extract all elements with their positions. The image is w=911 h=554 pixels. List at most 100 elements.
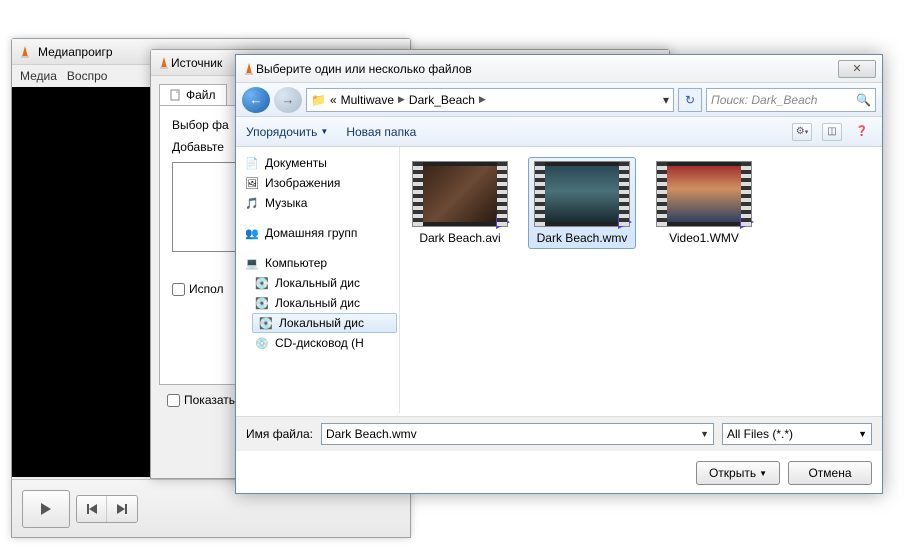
tree-computer[interactable]: 💻Компьютер [238,253,397,273]
documents-icon: 📄 [244,156,260,170]
filename-row: Имя файла: Dark Beach.wmv ▼ All Files (*… [236,416,882,451]
organize-menu[interactable]: Упорядочить ▼ [246,125,328,139]
file-list[interactable]: Dark Beach.avi Dark Beach.wmv Video1.WMV [400,147,882,413]
play-icon [39,502,53,516]
back-button[interactable]: ← [242,87,270,113]
cancel-button[interactable]: Отмена [788,461,872,485]
nav-row: ← → 📁 « Multiwave ▶ Dark_Beach ▶ ▾ ↻ Пои… [236,83,882,117]
refresh-icon: ↻ [685,93,695,107]
menu-playback[interactable]: Воспро [67,69,108,83]
tree-pictures[interactable]: 🖼 Изображения [238,173,397,193]
chevron-down-icon: ▼ [759,469,767,478]
drive-icon: 💽 [254,296,270,310]
close-button[interactable]: ✕ [838,60,876,78]
open-label: Открыть [709,466,756,480]
vlc-cone-icon [157,56,171,70]
chevron-down-icon[interactable]: ▼ [700,429,709,439]
file-item[interactable]: Dark Beach.avi [406,157,514,249]
use-checkbox-input[interactable] [172,283,185,296]
vlc-title-text: Медиапроигр [38,45,113,59]
open-button[interactable]: Открыть ▼ [696,461,780,485]
next-button[interactable] [107,496,137,522]
toolbar: Упорядочить ▼ Новая папка ⚙▾ ◫ ❓ [236,117,882,147]
chevron-right-icon: ▶ [479,94,486,105]
menu-media[interactable]: Медиа [20,69,57,83]
video-thumbnail [656,161,752,227]
tree-music[interactable]: 🎵 Музыка [238,193,397,213]
tree-drive-3[interactable]: 💽 Локальный дис [252,313,397,333]
file-picker-dialog: Выберите один или несколько файлов ✕ ← →… [235,54,883,494]
tree-drive-1[interactable]: 💽 Локальный дис [238,273,397,293]
breadcrumb-item-1[interactable]: Multiwave [341,93,394,107]
filetype-value: All Files (*.*) [727,427,793,441]
file-name: Video1.WMV [669,231,739,245]
help-button[interactable]: ❓ [852,123,872,141]
refresh-button[interactable]: ↻ [678,88,702,112]
new-folder-button[interactable]: Новая папка [346,125,416,139]
tree-label: Документы [265,156,327,170]
tree-label: CD-дисковод (H [275,336,364,350]
search-icon: 🔍 [856,93,871,107]
tree-drive-cd[interactable]: 💿 CD-дисковод (H [238,333,397,353]
pictures-icon: 🖼 [244,176,260,190]
search-input[interactable]: Поиск: Dark_Beach 🔍 [706,88,876,112]
drive-icon: 💽 [258,316,274,330]
filename-input[interactable]: Dark Beach.wmv ▼ [321,423,714,445]
file-item[interactable]: Video1.WMV [650,157,758,249]
open-media-title: Источник [171,56,222,70]
show-more-input[interactable] [167,394,180,407]
tree-homegroup[interactable]: 👥 Домашняя групп [238,223,397,243]
filetype-select[interactable]: All Files (*.*) ▼ [722,423,872,445]
preview-pane-button[interactable]: ◫ [822,123,842,141]
tree-label: Музыка [265,196,307,210]
vlc-cone-icon [18,45,32,59]
tree-label: Изображения [265,176,340,190]
breadcrumb-dropdown[interactable]: ▾ [663,93,669,107]
tree-label: Компьютер [265,256,327,270]
tree-label: Локальный дис [279,316,364,330]
close-icon: ✕ [852,62,861,75]
prev-button[interactable] [77,496,107,522]
file-name: Dark Beach.avi [419,231,500,245]
file-item[interactable]: Dark Beach.wmv [528,157,636,249]
play-overlay-icon [496,215,510,229]
chevron-down-icon: ▼ [320,127,328,136]
video-thumbnail [412,161,508,227]
tab-file[interactable]: Файл [159,84,227,105]
play-overlay-icon [740,215,754,229]
music-icon: 🎵 [244,196,260,210]
arrow-right-icon: → [282,92,295,107]
play-button[interactable] [22,490,70,528]
video-thumbnail [534,161,630,227]
cd-icon: 💿 [254,336,270,350]
show-more-label: Показать [184,393,235,407]
main-area: 📄 Документы 🖼 Изображения 🎵 Музыка 👥 Домашня… [236,147,882,413]
breadcrumb[interactable]: 📁 « Multiwave ▶ Dark_Beach ▶ ▾ [306,88,674,112]
arrow-left-icon: ← [250,92,263,107]
file-icon [170,89,182,101]
nav-tree[interactable]: 📄 Документы 🖼 Изображения 🎵 Музыка 👥 Домашня… [236,147,400,413]
filename-label: Имя файла: [246,427,313,441]
tree-label: Домашняя групп [265,226,357,240]
breadcrumb-item-2[interactable]: Dark_Beach [409,93,475,107]
tree-label: Локальный дис [275,276,360,290]
tree-drive-2[interactable]: 💽Локальный дис [238,293,397,313]
breadcrumb-prefix: « [330,93,337,107]
gear-icon: ⚙ [796,126,805,137]
forward-button[interactable]: → [274,87,302,113]
organize-label: Упорядочить [246,125,317,139]
file-picker-titlebar[interactable]: Выберите один или несколько файлов ✕ [236,55,882,83]
help-icon: ❓ [856,126,868,137]
pane-icon: ◫ [827,126,836,137]
drive-icon: 💽 [254,276,270,290]
prev-next-group [76,495,138,523]
tree-documents[interactable]: 📄 Документы [238,153,397,173]
view-options-button[interactable]: ⚙▾ [792,123,812,141]
use-checkbox-label: Испол [189,282,224,296]
chevron-right-icon: ▶ [398,94,405,105]
dialog-buttons: Открыть ▼ Отмена [696,461,872,485]
homegroup-icon: 👥 [244,226,260,240]
chevron-down-icon: ▼ [858,429,867,439]
vlc-cone-icon [242,62,256,76]
search-placeholder: Поиск: Dark_Beach [711,93,817,107]
